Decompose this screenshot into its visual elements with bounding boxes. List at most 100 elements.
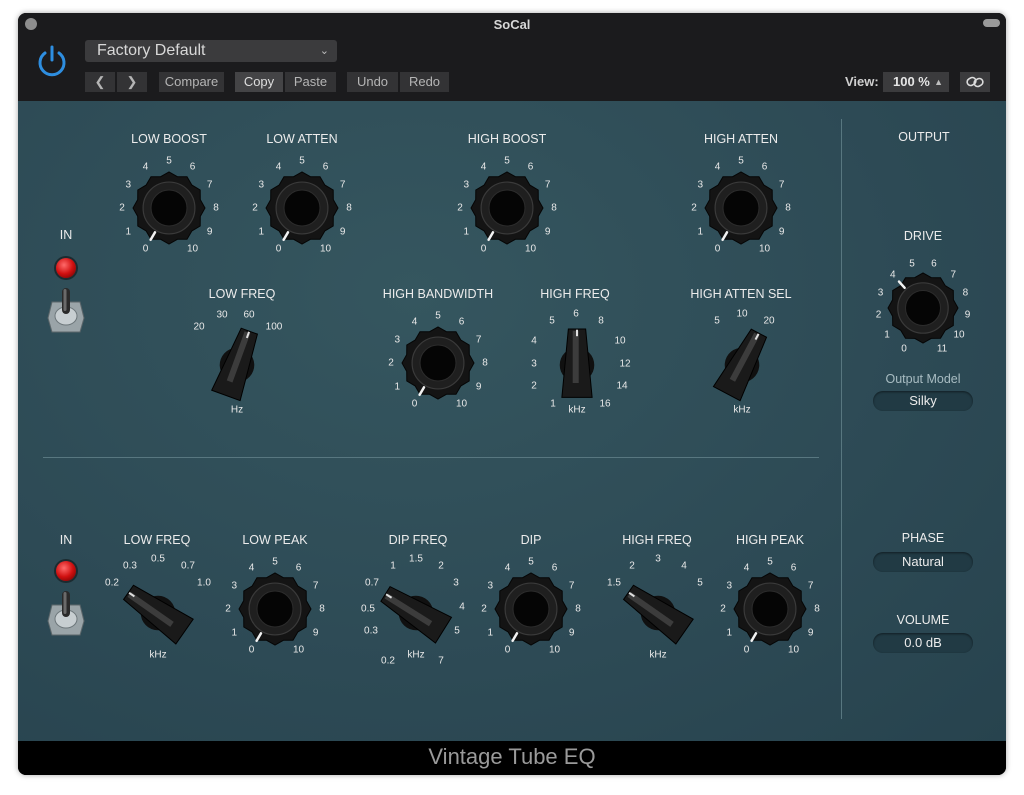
- preset-menu[interactable]: Factory Default ⌄: [85, 40, 337, 62]
- drive-label: DRIVE: [903, 229, 943, 243]
- low-peak-tick: 1: [231, 627, 238, 638]
- in-upper-toggle-switch[interactable]: [46, 286, 86, 334]
- high-atten-tick: 10: [758, 243, 771, 255]
- high-peak-tick: 2: [720, 603, 726, 615]
- copy-button[interactable]: Copy: [235, 72, 283, 92]
- low-peak-tick: 8: [319, 603, 325, 615]
- high-bandwidth-tick: 2: [388, 357, 394, 369]
- dip-tick: 7: [568, 580, 575, 591]
- low-boost-knob[interactable]: [128, 167, 210, 249]
- dip-tick: 9: [568, 627, 575, 638]
- high-peak-tick: 4: [743, 562, 750, 574]
- dip-freq-tick: 0.7: [365, 577, 379, 589]
- high-atten-knob[interactable]: [700, 167, 782, 249]
- dip-freq-tick: 1.5: [409, 553, 423, 565]
- output-title: OUTPUT: [898, 130, 950, 144]
- high-freq-top-tick: 10: [614, 335, 626, 347]
- high-atten-tick: 1: [697, 226, 704, 237]
- redo-button[interactable]: Redo: [400, 72, 449, 92]
- high-peak-tick: 3: [726, 580, 733, 591]
- low-freq-top-tick: 30: [216, 309, 228, 321]
- high-atten-tick: 4: [714, 161, 721, 173]
- low-peak-knob[interactable]: [234, 568, 316, 650]
- window-toolbar-toggle[interactable]: [983, 19, 1000, 27]
- dip-freq-tick: 4: [459, 601, 465, 613]
- dip-freq-tick: 3: [453, 577, 459, 589]
- drive-tick: 11: [936, 343, 948, 355]
- low-freq-top-selector-switch[interactable]: [191, 319, 283, 411]
- previous-preset-button[interactable]: ❮: [85, 72, 115, 92]
- high-bandwidth-tick: 6: [458, 316, 465, 328]
- high-peak-tick: 10: [787, 644, 800, 656]
- dip-knob[interactable]: [490, 568, 572, 650]
- in-lower-lamp: [56, 561, 76, 581]
- high-freq-bottom-tick: 3: [655, 553, 661, 565]
- low-peak-tick: 3: [231, 580, 238, 591]
- high-freq-top-tick: 1: [550, 398, 556, 410]
- high-peak-knob[interactable]: [729, 568, 811, 650]
- low-peak-tick: 6: [295, 562, 302, 574]
- high-boost-label: HIGH BOOST: [467, 132, 547, 146]
- dip-freq-tick: 0.3: [364, 625, 378, 637]
- high-freq-bottom-selector-switch[interactable]: [612, 567, 704, 659]
- next-preset-button[interactable]: ❯: [117, 72, 147, 92]
- link-button[interactable]: [960, 72, 990, 92]
- high-peak-tick: 1: [726, 627, 733, 638]
- low-atten-knob[interactable]: [261, 167, 343, 249]
- zoom-select[interactable]: 100 % ▲: [883, 72, 949, 92]
- compare-button[interactable]: Compare: [159, 72, 224, 92]
- power-icon[interactable]: [35, 44, 69, 78]
- window-title: SoCal: [493, 17, 531, 32]
- volume-field[interactable]: 0.0 dB: [873, 633, 973, 653]
- phase-label: PHASE: [901, 531, 945, 545]
- low-boost-tick: 1: [125, 226, 132, 237]
- low-atten-tick: 5: [299, 155, 305, 167]
- low-freq-bottom-selector-switch[interactable]: [112, 567, 204, 659]
- high-atten-tick: 5: [738, 155, 744, 167]
- high-freq-bottom-tick: 5: [697, 577, 703, 589]
- high-freq-top-selector-switch[interactable]: [531, 319, 623, 411]
- drive-tick: 7: [950, 269, 957, 281]
- low-freq-top-tick: 20: [193, 321, 205, 333]
- chevron-right-icon: ❯: [126, 74, 138, 89]
- low-boost-tick: 9: [206, 226, 213, 237]
- output-model-selector[interactable]: Silky: [873, 391, 973, 411]
- dip-freq-selector-switch[interactable]: [370, 567, 462, 659]
- low-atten-tick: 3: [258, 179, 265, 190]
- high-peak-tick: 6: [790, 562, 797, 574]
- eq-panel: LOW BOOST LOW ATTEN HIGH BOOST HIGH ATTE…: [18, 101, 1006, 741]
- high-freq-top-tick: 8: [598, 315, 604, 327]
- in-lower-toggle-switch[interactable]: [46, 589, 86, 637]
- dip-tick: 6: [551, 562, 558, 574]
- high-boost-tick: 3: [463, 179, 470, 190]
- high-peak-tick: 8: [814, 603, 820, 615]
- product-name: Vintage Tube EQ: [18, 741, 1006, 775]
- dip-tick: 10: [548, 644, 561, 656]
- undo-button[interactable]: Undo: [347, 72, 398, 92]
- high-boost-tick: 9: [544, 226, 551, 237]
- high-boost-knob[interactable]: [466, 167, 548, 249]
- high-boost-tick: 10: [524, 243, 537, 255]
- in-upper-label: IN: [59, 228, 73, 242]
- high-bandwidth-knob[interactable]: [397, 322, 479, 404]
- phase-selector[interactable]: Natural: [873, 552, 973, 572]
- paste-button[interactable]: Paste: [285, 72, 336, 92]
- high-atten-sel-selector-switch[interactable]: [696, 319, 788, 411]
- high-peak-tick: 0: [743, 644, 750, 656]
- drive-tick: 6: [931, 258, 937, 270]
- chevron-down-icon: ⌄: [319, 45, 329, 57]
- drive-tick: 9: [964, 309, 971, 321]
- low-atten-tick: 2: [252, 202, 258, 214]
- low-atten-tick: 4: [275, 161, 282, 173]
- dip-freq-tick: 2: [438, 560, 444, 572]
- dip-label: DIP: [520, 533, 542, 547]
- low-atten-tick: 10: [319, 243, 332, 255]
- high-atten-tick: 3: [697, 179, 704, 190]
- high-freq-top-tick: 4: [531, 335, 537, 347]
- low-atten-label: LOW ATTEN: [266, 132, 338, 146]
- low-peak-tick: 0: [248, 644, 255, 656]
- high-freq-top-label: HIGH FREQ: [540, 287, 610, 301]
- high-peak-tick: 7: [807, 580, 814, 591]
- zoom-value: 100 %: [893, 74, 930, 89]
- high-bandwidth-tick: 8: [482, 357, 488, 369]
